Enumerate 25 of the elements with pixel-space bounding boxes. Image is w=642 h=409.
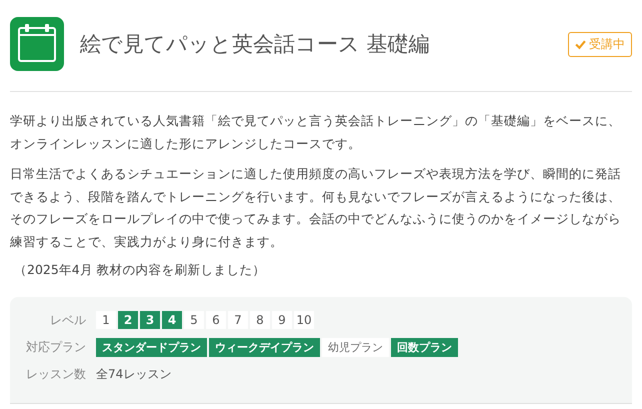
level-label: レベル (49, 312, 86, 328)
lessons-label: レッスン数 (25, 366, 86, 383)
plan-label: 対応プラン (25, 339, 86, 356)
plan-tag: ウィークデイプラン (209, 338, 320, 357)
level-chip: 10 (294, 311, 314, 329)
description-paragraph: 学研より出版されている人気書籍「絵で見てパッと言う英会話トレーニング」の「基礎編」をベースに、オンラインレッスンに適した形にアレンジしたコースです。 (10, 112, 622, 152)
description-paragraph: 日常生活でよくあるシチュエーションに適した使用頻度の高いフレーズや表現方法を学び、瞬間的に発話できるよう、段階を踏んでトレーニングを行います。何も見ないでフレーズが言えるようになった後は、そのフレーズをロールプレイの中で使ってみます。会話の中でどんなふうに使うのかをイメージしながら練習することで、実践力がより身に付きます。 (10, 165, 622, 250)
check-icon (575, 38, 586, 50)
course-title: 絵で見てパッと英会話コース 基礎編 (80, 31, 431, 58)
level-chip: 3 (140, 311, 160, 329)
level-chip: 8 (250, 311, 270, 329)
calendar-icon (10, 17, 64, 71)
level-chip: 1 (96, 311, 116, 329)
plan-tag: 幼児プラン (322, 338, 389, 357)
level-chip: 2 (118, 311, 138, 329)
level-chip: 6 (206, 311, 226, 329)
status-badge: 受講中 (568, 32, 632, 56)
plan-tag: スタンダードプラン (96, 338, 207, 357)
plan-tag: 回数プラン (391, 338, 458, 357)
level-chip: 5 (184, 311, 204, 329)
level-chip: 4 (162, 311, 182, 329)
level-chip: 9 (272, 311, 292, 329)
level-chip: 7 (228, 311, 248, 329)
lessons-count: 全74レッスン (96, 366, 172, 383)
update-note: （2025年4月 教材の内容を刷新しました） (14, 262, 267, 279)
